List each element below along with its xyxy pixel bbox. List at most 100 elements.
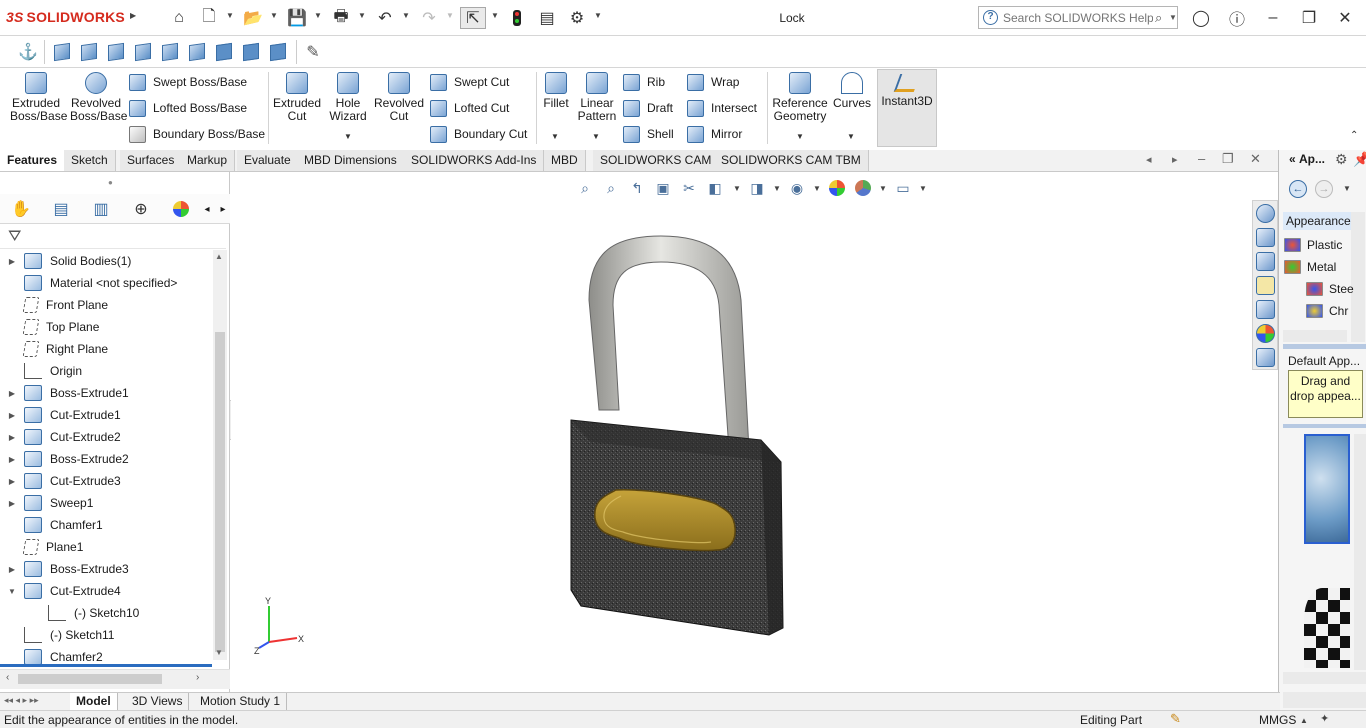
revolved-cut-button[interactable]: Revolved Cut (374, 72, 424, 123)
minimize-window-icon[interactable]: – (1262, 7, 1284, 29)
rib-button[interactable]: Rib (623, 72, 665, 92)
dynamic-annotation-views-icon[interactable]: ✂ (679, 178, 699, 198)
extruded-boss-button[interactable]: Extruded Boss/Base (10, 72, 67, 123)
home-icon[interactable]: ⌂ (168, 7, 190, 29)
rebuild-traffic-light-icon[interactable] (506, 7, 528, 29)
view-settings-dropdown-icon[interactable]: ▼ (919, 184, 927, 193)
view-dimetric-icon[interactable] (268, 42, 288, 62)
design-library-icon[interactable] (1256, 252, 1275, 271)
document-close-icon[interactable]: ✕ (1250, 151, 1261, 167)
appearance-swatch-selected[interactable] (1304, 434, 1350, 544)
panel-splitter-handle[interactable]: ● (108, 178, 113, 187)
logo-menu-arrow-icon[interactable]: ▶ (130, 11, 136, 20)
collapse-ribbon-icon[interactable]: ⌃ (1350, 130, 1358, 141)
document-restore-icon[interactable]: ❐ (1222, 151, 1234, 167)
configuration-manager-tab-icon[interactable]: ▥ (88, 198, 114, 220)
help-search-input[interactable] (1003, 10, 1153, 25)
tree-item[interactable]: Origin (0, 360, 212, 382)
redo-icon[interactable]: ↷ (418, 7, 440, 29)
pane-splitter-2[interactable] (1283, 424, 1366, 428)
tab-sketch[interactable]: Sketch (64, 150, 116, 171)
solidworks-logo[interactable]: 3S SOLIDWORKS (6, 9, 125, 25)
tab-model[interactable]: Model (70, 693, 118, 710)
tree-item[interactable]: Top Plane (0, 316, 212, 338)
linear-pattern-button[interactable]: Linear Pattern (576, 72, 618, 123)
open-dropdown-icon[interactable]: ▼ (270, 11, 278, 20)
view-bottom-icon[interactable] (187, 42, 207, 62)
expand-toggle-icon[interactable]: ▶ (0, 455, 24, 464)
tree-item[interactable]: ▶ Boss-Extrude2 (0, 448, 212, 470)
tree-item[interactable]: Material <not specified> (0, 272, 212, 294)
tree-item[interactable]: Front Plane (0, 294, 212, 316)
new-document-icon[interactable]: 🗋 (198, 7, 220, 29)
linear-pattern-dropdown-icon[interactable]: ▼ (592, 132, 600, 141)
options-dropdown-icon[interactable]: ▼ (594, 11, 602, 20)
open-icon[interactable]: 📂 (242, 7, 264, 29)
view-settings-icon[interactable]: ▭ (893, 178, 913, 198)
hscroll-thumb[interactable] (18, 674, 162, 684)
undo-dropdown-icon[interactable]: ▼ (402, 11, 410, 20)
customize-statusbar-icon[interactable]: ✦ (1320, 712, 1329, 725)
view-palette-icon[interactable] (1256, 300, 1275, 319)
tree-scroll-thumb[interactable] (215, 332, 225, 652)
edit-appearance-icon[interactable] (827, 178, 847, 198)
pin-icon[interactable]: ⚓ (18, 42, 38, 62)
tree-item[interactable]: ▶ Boss-Extrude1 (0, 382, 212, 404)
scroll-up-icon[interactable]: ▲ (215, 252, 223, 261)
new-dropdown-icon[interactable]: ▼ (226, 11, 234, 20)
close-window-icon[interactable]: ✕ (1334, 7, 1356, 29)
tab-markup[interactable]: Markup (180, 150, 236, 171)
padlock-model[interactable] (561, 230, 791, 640)
boundary-cut-button[interactable]: Boundary Cut (430, 124, 527, 144)
tab-motion-study[interactable]: Motion Study 1 (194, 693, 288, 710)
scroll-down-icon[interactable]: ▼ (215, 648, 223, 657)
unit-system[interactable]: MMGS (1259, 713, 1296, 727)
intersect-button[interactable]: Intersect (687, 98, 757, 118)
tree-item[interactable]: ▶ Cut-Extrude1 (0, 404, 212, 426)
appearance-swatch-checker[interactable] (1304, 588, 1350, 668)
view-front-icon[interactable] (52, 42, 72, 62)
swept-cut-button[interactable]: Swept Cut (430, 72, 509, 92)
property-manager-tab-icon[interactable]: ▤ (48, 198, 74, 220)
zoom-to-fit-icon[interactable]: ⌕ (575, 178, 595, 198)
tab-surfaces[interactable]: Surfaces (120, 150, 183, 171)
dimxpert-manager-tab-icon[interactable]: ⊕ (128, 198, 154, 220)
appearance-folder-chrome[interactable]: Chr (1306, 301, 1348, 321)
tab-first-icon[interactable]: ◂◂ ◂ ▸ ▸▸ (4, 695, 39, 706)
hide-show-items-icon[interactable]: ◉ (787, 178, 807, 198)
lofted-cut-button[interactable]: Lofted Cut (430, 98, 509, 118)
tree-item[interactable]: ▶ Cut-Extrude2 (0, 426, 212, 448)
tree-item[interactable]: ▶ Sweep1 (0, 492, 212, 514)
fillet-dropdown-icon[interactable]: ▼ (551, 132, 559, 141)
view-orientation-icon[interactable]: ◧ (705, 178, 725, 198)
swatch-scrollbar[interactable] (1354, 434, 1366, 670)
print-icon[interactable]: 🖶 (330, 7, 352, 29)
expand-toggle-icon[interactable]: ▶ (0, 565, 24, 574)
folder-tree-hscrollbar[interactable] (1283, 330, 1347, 342)
tab-evaluate[interactable]: Evaluate (237, 150, 299, 171)
select-dropdown-icon[interactable]: ▼ (491, 11, 499, 20)
expand-toggle-icon[interactable]: ▶ (0, 433, 24, 442)
tab-3d-views[interactable]: 3D Views (126, 693, 190, 710)
view-trimetric-icon[interactable] (241, 42, 261, 62)
hide-show-dropdown-icon[interactable]: ▼ (813, 184, 821, 193)
lofted-boss-button[interactable]: Lofted Boss/Base (129, 98, 247, 118)
view-back-icon[interactable] (79, 42, 99, 62)
expand-toggle-icon[interactable]: ▶ (0, 477, 24, 486)
appearances-scenes-icon[interactable] (1256, 324, 1275, 343)
file-explorer-icon[interactable] (1256, 276, 1275, 295)
filter-icon[interactable]: ⛛ (8, 228, 21, 246)
fillet-button[interactable]: Fillet (540, 72, 572, 110)
tree-item[interactable]: ▶ Cut-Extrude3 (0, 470, 212, 492)
view-top-icon[interactable] (160, 42, 180, 62)
task-pane-pin-icon[interactable]: 📌 (1353, 151, 1366, 168)
task-pane-options-icon[interactable]: ⚙ (1335, 151, 1348, 168)
curves-dropdown-icon[interactable]: ▼ (847, 132, 855, 141)
tree-item[interactable]: (-) Sketch10 (0, 602, 212, 624)
document-minimize-icon[interactable]: – (1198, 151, 1205, 166)
hscroll-right-icon[interactable]: › (196, 672, 199, 683)
expand-toggle-icon[interactable]: ▶ (0, 389, 24, 398)
tree-item[interactable]: ▶ Solid Bodies(1) (0, 250, 212, 272)
feature-manager-tab-icon[interactable]: ✋ (8, 198, 34, 220)
expand-toggle-icon[interactable]: ▶ (0, 411, 24, 420)
